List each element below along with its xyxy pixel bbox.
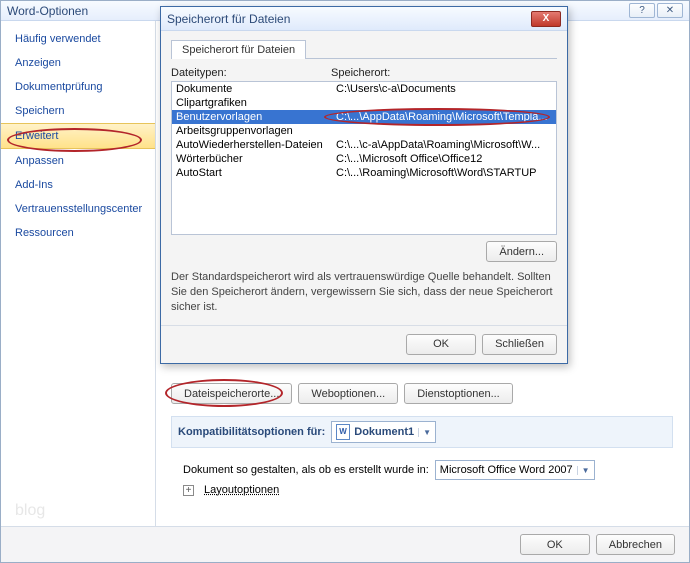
- help-icon[interactable]: ?: [629, 3, 655, 18]
- compat-doc-value: Dokument1: [354, 426, 414, 438]
- document-icon: [336, 424, 350, 440]
- list-row[interactable]: AutoWiederherstellen-DateienC:\...\c-a\A…: [172, 138, 556, 152]
- sidebar-item-speichern[interactable]: Speichern: [1, 99, 155, 123]
- ok-button[interactable]: OK: [520, 534, 590, 555]
- cancel-button[interactable]: Abbrechen: [596, 534, 675, 555]
- col-header-location: Speicherort:: [331, 67, 557, 79]
- layout-options-label: Layoutoptionen: [204, 484, 279, 496]
- file-types-list[interactable]: DokumenteC:\Users\c-a\Documents Clipartg…: [171, 81, 557, 235]
- compat-target-value: Microsoft Office Word 2007: [440, 464, 573, 476]
- list-row[interactable]: Arbeitsgruppenvorlagen: [172, 124, 556, 138]
- service-options-button[interactable]: Dienstoptionen...: [404, 383, 513, 404]
- sidebar-item-label: Ressourcen: [15, 227, 74, 239]
- sidebar-item-label: Dokumentprüfung: [15, 81, 102, 93]
- sidebar-item-label: Anpassen: [15, 155, 64, 167]
- tab-file-locations[interactable]: Speicherort für Dateien: [171, 40, 306, 59]
- close-icon[interactable]: ✕: [657, 3, 683, 18]
- dialog-footer: OK Schließen: [161, 325, 567, 363]
- chevron-down-icon: ▼: [577, 466, 590, 475]
- main-title: Word-Optionen: [7, 4, 88, 18]
- expand-icon[interactable]: +: [183, 485, 194, 496]
- list-row[interactable]: AutoStartC:\...\Roaming\Microsoft\Word\S…: [172, 166, 556, 180]
- sidebar-item-label: Vertrauensstellungscenter: [15, 203, 142, 215]
- sidebar-item-label: Add-Ins: [15, 179, 53, 191]
- dialog-ok-button[interactable]: OK: [406, 334, 476, 355]
- list-row[interactable]: WörterbücherC:\...\Microsoft Office\Offi…: [172, 152, 556, 166]
- list-row[interactable]: Clipartgrafiken: [172, 96, 556, 110]
- col-header-types: Dateitypen:: [171, 67, 331, 79]
- dialog-tabstrip: Speicherort für Dateien: [171, 39, 557, 59]
- compat-phrase: Dokument so gestalten, als ob es erstell…: [183, 464, 429, 476]
- file-locations-button[interactable]: Dateispeicherorte...: [171, 383, 292, 404]
- sidebar-item-ressourcen[interactable]: Ressourcen: [1, 221, 155, 245]
- dialog-close-button[interactable]: Schließen: [482, 334, 557, 355]
- sidebar-item-label: Anzeigen: [15, 57, 61, 69]
- chevron-down-icon: ▼: [418, 428, 431, 437]
- compat-bar: Kompatibilitätsoptionen für: Dokument1 ▼: [171, 416, 673, 448]
- sidebar-item-anpassen[interactable]: Anpassen: [1, 149, 155, 173]
- lower-content: Dateispeicherorte... Weboptionen... Dien…: [171, 379, 673, 500]
- sidebar-item-dokumentpruefung[interactable]: Dokumentprüfung: [1, 75, 155, 99]
- dialog-title: Speicherort für Dateien: [167, 12, 290, 26]
- dialog-note: Der Standardspeicherort wird als vertrau…: [171, 270, 557, 315]
- compat-label: Kompatibilitätsoptionen für:: [178, 426, 325, 438]
- list-row[interactable]: DokumenteC:\Users\c-a\Documents: [172, 82, 556, 96]
- sidebar-item-haeufig[interactable]: Häufig verwendet: [1, 27, 155, 51]
- file-locations-dialog: Speicherort für Dateien X Speicherort fü…: [160, 6, 568, 364]
- main-footer: OK Abbrechen: [1, 526, 689, 562]
- sidebar-item-label: Häufig verwendet: [15, 33, 101, 45]
- sidebar-item-label: Speichern: [15, 105, 65, 117]
- sidebar: Häufig verwendet Anzeigen Dokumentprüfun…: [1, 21, 156, 526]
- sidebar-item-label: Erweitert: [15, 130, 58, 142]
- list-row-selected[interactable]: BenutzervorlagenC:\...\AppData\Roaming\M…: [172, 110, 556, 124]
- change-button[interactable]: Ändern...: [486, 241, 557, 262]
- sidebar-item-erweitert[interactable]: Erweitert: [1, 123, 155, 149]
- web-options-button[interactable]: Weboptionen...: [298, 383, 398, 404]
- compat-target-dropdown[interactable]: Microsoft Office Word 2007 ▼: [435, 460, 595, 480]
- sidebar-item-vertrauen[interactable]: Vertrauensstellungscenter: [1, 197, 155, 221]
- compat-doc-dropdown[interactable]: Dokument1 ▼: [331, 421, 436, 443]
- dialog-titlebar: Speicherort für Dateien X: [161, 7, 567, 31]
- sidebar-item-addins[interactable]: Add-Ins: [1, 173, 155, 197]
- dialog-close-icon[interactable]: X: [531, 11, 561, 27]
- sidebar-item-anzeigen[interactable]: Anzeigen: [1, 51, 155, 75]
